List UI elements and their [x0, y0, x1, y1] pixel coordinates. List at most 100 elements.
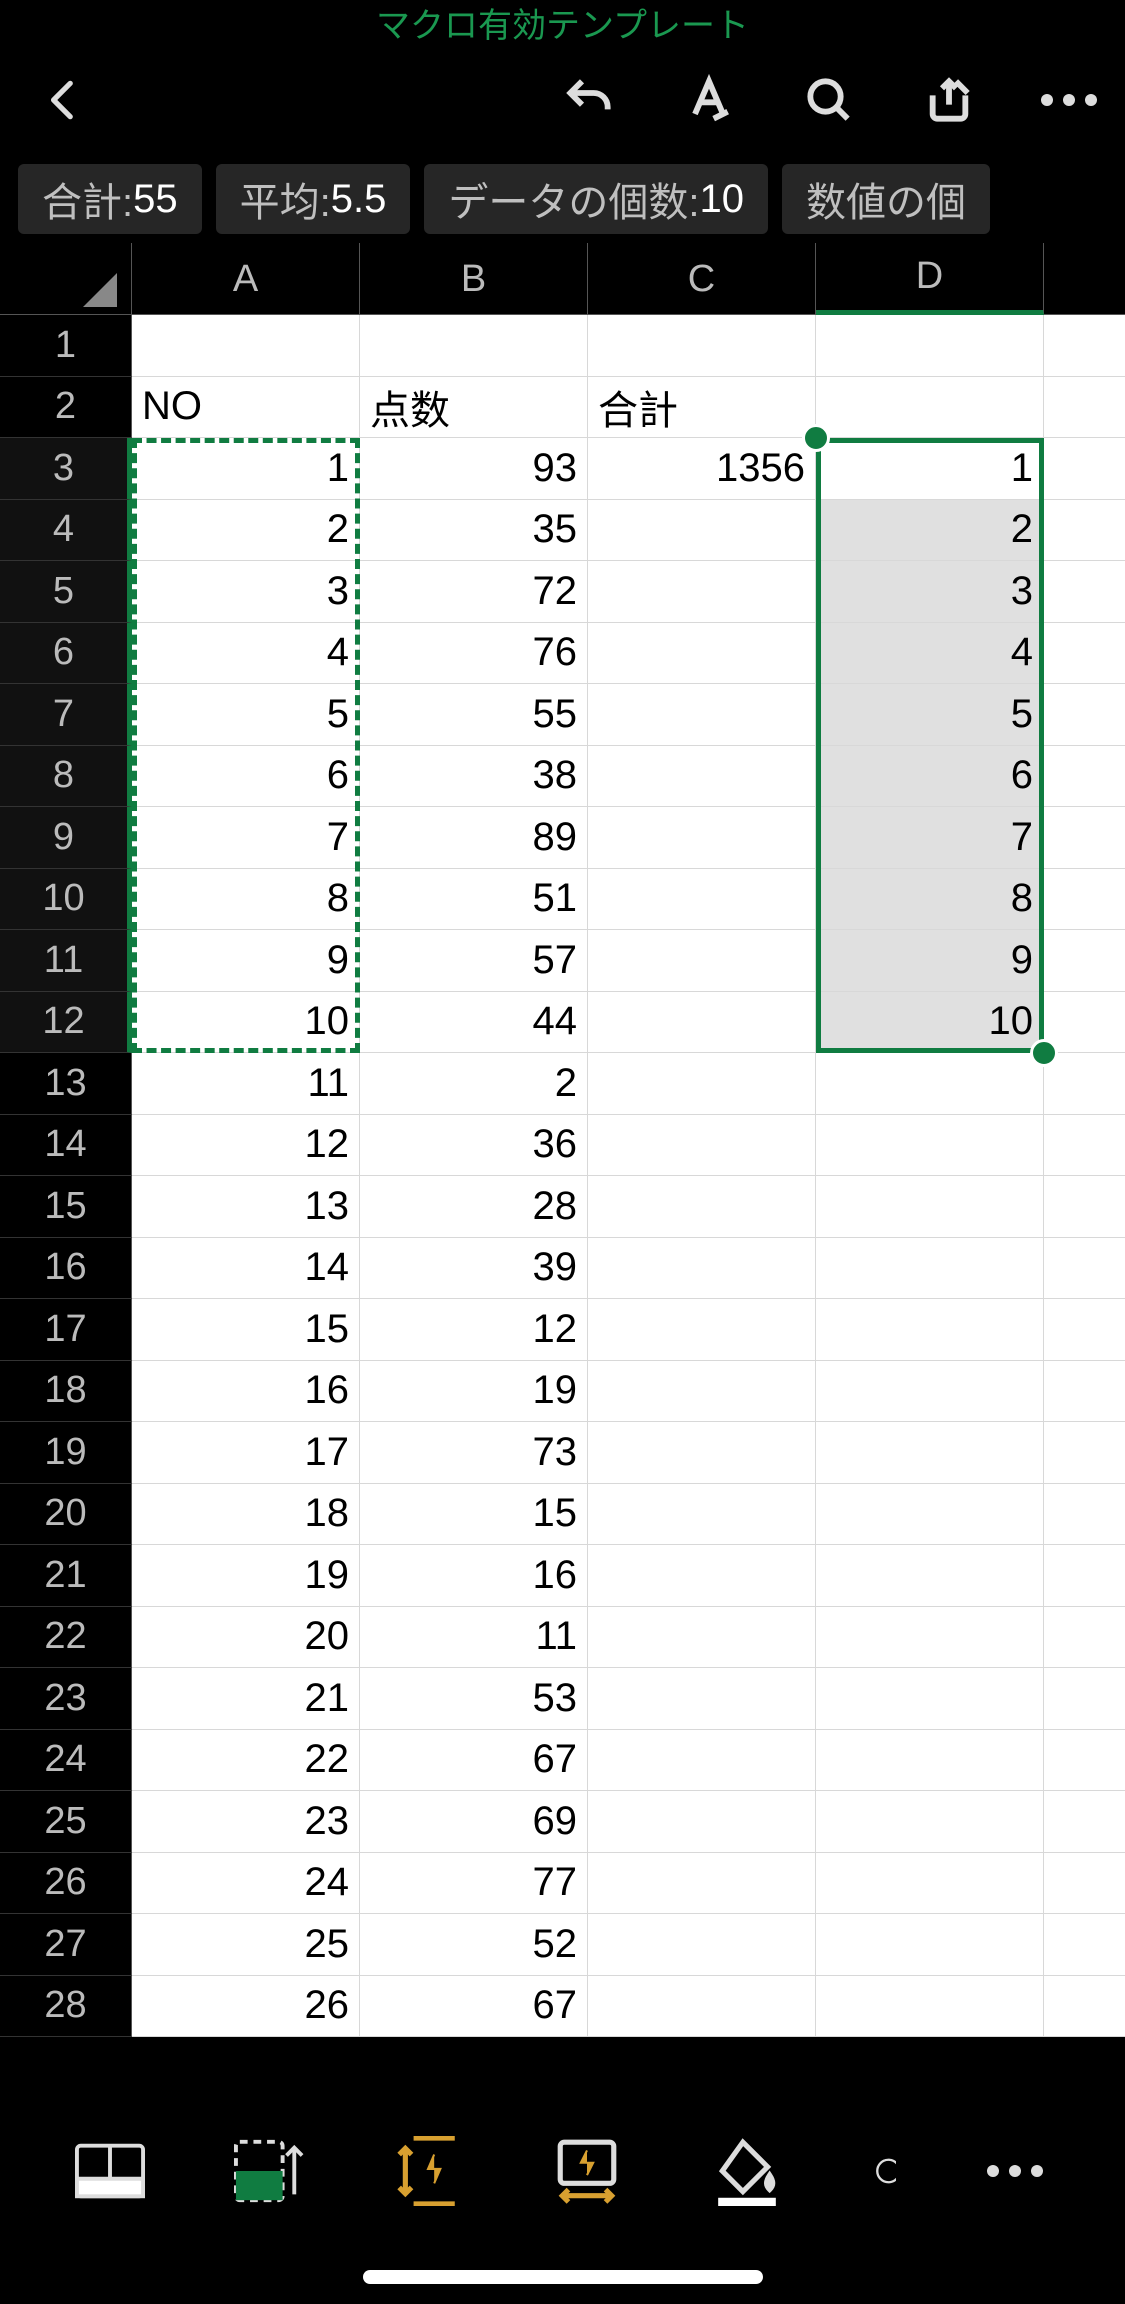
cell[interactable]: 51 [360, 869, 588, 931]
cell[interactable] [588, 992, 816, 1054]
row-header[interactable]: 26 [0, 1853, 132, 1915]
home-indicator[interactable] [363, 2270, 763, 2284]
stat-avg[interactable]: 平均: 5.5 [216, 164, 411, 234]
cell[interactable]: 7 [132, 807, 360, 869]
cell[interactable] [1044, 684, 1125, 746]
cell[interactable] [816, 1976, 1044, 2038]
cell[interactable]: 8 [816, 869, 1044, 931]
cell[interactable] [1044, 1238, 1125, 1300]
cell[interactable]: 5 [132, 684, 360, 746]
cell[interactable]: 22 [132, 1730, 360, 1792]
cell[interactable]: 67 [360, 1730, 588, 1792]
cell[interactable]: 44 [360, 992, 588, 1054]
cell[interactable]: 15 [132, 1299, 360, 1361]
selection-up-button[interactable] [229, 2131, 309, 2211]
cell[interactable] [588, 1668, 816, 1730]
selection-handle-bottom-right[interactable] [1030, 1039, 1058, 1067]
cell[interactable]: 12 [132, 1115, 360, 1177]
cell[interactable]: 10 [132, 992, 360, 1054]
auto-height-button[interactable] [388, 2131, 468, 2211]
cell[interactable] [360, 315, 588, 377]
cell[interactable]: 24 [132, 1853, 360, 1915]
cell[interactable] [816, 1361, 1044, 1423]
row-header[interactable]: 5 [0, 561, 132, 623]
cell[interactable] [1044, 1976, 1125, 2038]
row-header[interactable]: 11 [0, 930, 132, 992]
cell[interactable] [1044, 746, 1125, 808]
row-header[interactable]: 22 [0, 1607, 132, 1669]
cell[interactable] [1044, 315, 1125, 377]
cell[interactable]: 16 [132, 1361, 360, 1423]
row-header[interactable]: 15 [0, 1176, 132, 1238]
cell[interactable] [1044, 1668, 1125, 1730]
cell[interactable] [1044, 377, 1125, 439]
row-header[interactable]: 9 [0, 807, 132, 869]
cell[interactable] [588, 1299, 816, 1361]
row-header[interactable]: 16 [0, 1238, 132, 1300]
cell[interactable] [588, 1422, 816, 1484]
cell[interactable] [816, 1545, 1044, 1607]
cell[interactable]: NO [132, 377, 360, 439]
cell[interactable]: 20 [132, 1607, 360, 1669]
cell[interactable] [1044, 1545, 1125, 1607]
cell[interactable] [1044, 500, 1125, 562]
cell[interactable] [1044, 930, 1125, 992]
row-header[interactable]: 18 [0, 1361, 132, 1423]
cell[interactable]: 4 [816, 623, 1044, 685]
cell[interactable] [588, 1361, 816, 1423]
cell[interactable] [588, 1976, 816, 2038]
row-header[interactable]: 3 [0, 438, 132, 500]
cell[interactable]: 18 [132, 1484, 360, 1546]
selection-handle-top-left[interactable] [802, 424, 830, 452]
search-button[interactable] [797, 68, 861, 132]
partial-icon[interactable] [866, 2131, 896, 2211]
cell[interactable] [588, 1607, 816, 1669]
auto-width-button[interactable] [547, 2131, 627, 2211]
more-button[interactable] [1037, 68, 1101, 132]
cell[interactable] [588, 1730, 816, 1792]
cell[interactable] [816, 1115, 1044, 1177]
row-header[interactable]: 10 [0, 869, 132, 931]
share-button[interactable] [917, 68, 981, 132]
row-header[interactable]: 27 [0, 1914, 132, 1976]
row-header[interactable]: 6 [0, 623, 132, 685]
row-header[interactable]: 25 [0, 1791, 132, 1853]
cell[interactable] [132, 315, 360, 377]
stat-count[interactable]: データの個数: 10 [424, 164, 768, 234]
row-header[interactable]: 28 [0, 1976, 132, 2038]
cell[interactable] [588, 746, 816, 808]
cell[interactable]: 89 [360, 807, 588, 869]
cell[interactable]: 26 [132, 1976, 360, 2038]
cell[interactable]: 2 [360, 1053, 588, 1115]
cell[interactable] [588, 1791, 816, 1853]
cell[interactable] [816, 1853, 1044, 1915]
cell[interactable] [816, 1238, 1044, 1300]
cell[interactable]: 7 [816, 807, 1044, 869]
cell[interactable] [1044, 1299, 1125, 1361]
cell[interactable] [816, 1484, 1044, 1546]
cell[interactable] [1044, 1361, 1125, 1423]
row-header[interactable]: 4 [0, 500, 132, 562]
cell[interactable] [588, 561, 816, 623]
cell[interactable]: 9 [132, 930, 360, 992]
cell[interactable] [1044, 438, 1125, 500]
fill-color-button[interactable] [707, 2131, 787, 2211]
cell[interactable] [816, 1176, 1044, 1238]
cell[interactable] [1044, 1791, 1125, 1853]
cell[interactable] [588, 684, 816, 746]
cell[interactable] [1044, 623, 1125, 685]
cell[interactable] [816, 1422, 1044, 1484]
column-header-C[interactable]: C [588, 243, 816, 315]
cell[interactable] [1044, 1422, 1125, 1484]
cell[interactable] [588, 1853, 816, 1915]
cell[interactable]: 2 [816, 500, 1044, 562]
cell[interactable] [588, 930, 816, 992]
cell[interactable]: 点数 [360, 377, 588, 439]
cell[interactable] [588, 1484, 816, 1546]
sheet-area[interactable]: ABCD 12NO点数合計319313561423525372364764755… [0, 243, 1125, 2076]
cell[interactable]: 15 [360, 1484, 588, 1546]
cell[interactable]: 93 [360, 438, 588, 500]
row-header[interactable]: 2 [0, 377, 132, 439]
cell[interactable]: 11 [132, 1053, 360, 1115]
cell[interactable] [816, 1791, 1044, 1853]
